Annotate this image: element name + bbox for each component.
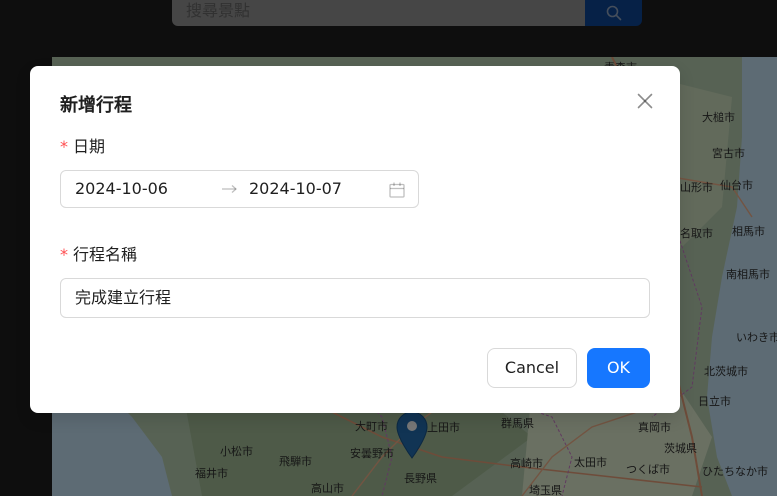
modal-title: 新增行程 <box>60 95 132 116</box>
close-button[interactable] <box>634 90 656 112</box>
trip-name-input[interactable]: 完成建立行程 <box>60 278 650 318</box>
date-label: * 日期 <box>60 136 105 158</box>
ok-button[interactable]: OK <box>587 348 650 388</box>
required-mark: * <box>60 137 68 156</box>
cancel-button[interactable]: Cancel <box>487 348 577 388</box>
trip-name-label: * 行程名稱 <box>60 244 137 266</box>
date-label-text: 日期 <box>73 137 106 156</box>
arrow-right-icon <box>222 185 237 193</box>
new-trip-modal: 新增行程 * 日期 2024-10-06 2024-10-07 * 行程名稱 完成建… <box>30 66 680 413</box>
trip-name-label-text: 行程名稱 <box>73 245 138 264</box>
required-mark: * <box>60 245 68 264</box>
date-start-input[interactable]: 2024-10-06 <box>75 179 168 199</box>
calendar-icon <box>389 182 405 198</box>
close-icon <box>637 93 653 109</box>
date-range-picker[interactable]: 2024-10-06 2024-10-07 <box>60 170 419 208</box>
date-end-input[interactable]: 2024-10-07 <box>249 179 342 199</box>
